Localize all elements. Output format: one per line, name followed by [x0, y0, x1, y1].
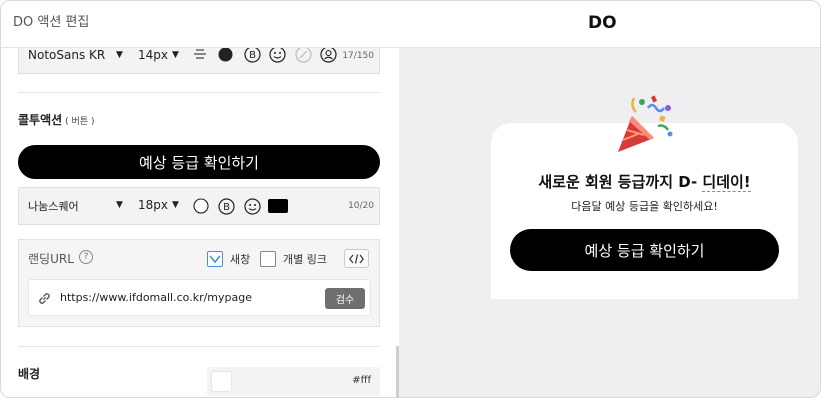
background-color-field[interactable]: #fff	[207, 367, 380, 396]
highlight-disabled-icon[interactable]	[294, 48, 312, 63]
section-divider	[18, 92, 380, 93]
chevron-down-icon[interactable]: ▼	[172, 200, 179, 210]
code-icon[interactable]	[344, 249, 369, 268]
preview-headline: 새로운 회원 등급까지 D- 디데이!	[491, 171, 798, 192]
font-family-select[interactable]: 나눔스퀘어	[28, 198, 79, 214]
preview-pane: 새로운 회원 등급까지 D- 디데이! 다음달 예상 등급을 확인하세요! 예상…	[399, 48, 820, 397]
align-center-icon[interactable]	[193, 48, 207, 61]
editor-window: DO 액션 편집 DO NotoSans KR ▼ 14px ▼ B 17/15…	[0, 0, 821, 398]
window-title: DO 액션 편집	[13, 15, 90, 30]
cta-label: 콜투액션	[18, 113, 63, 127]
help-icon[interactable]: ?	[79, 250, 93, 264]
top-bar: DO 액션 편집 DO	[1, 1, 820, 48]
font-size-select[interactable]: 18px	[138, 198, 168, 212]
cta-section-label: 콜투액션( 버튼 )	[18, 111, 94, 128]
preview-cta-button[interactable]: 예상 등급 확인하기	[510, 229, 779, 271]
user-circle-icon[interactable]	[319, 48, 337, 63]
preview-brand: DO	[588, 13, 617, 33]
landing-url-label: 랜딩URL	[28, 252, 74, 266]
preview-subline: 다음달 예상 등급을 확인하세요!	[571, 200, 718, 213]
landing-url-group: 랜딩URL ? 새창 개별 링크 https://www.ifdomall.co…	[18, 239, 380, 327]
section-divider	[18, 346, 380, 347]
landing-url-value[interactable]: https://www.ifdomall.co.kr/mypage	[60, 291, 252, 304]
dday-text: 디데이!	[702, 173, 751, 192]
headline-text: 새로운 회원 등급까지 D-	[538, 173, 703, 191]
title-font-toolbar: NotoSans KR ▼ 14px ▼ B 17/150	[18, 48, 380, 74]
char-count: 17/150	[342, 51, 374, 61]
individual-link-label: 개별 링크	[283, 253, 327, 266]
background-color-value[interactable]: #fff	[352, 375, 371, 386]
new-window-label: 새창	[230, 253, 251, 266]
bold-circle-icon[interactable]: B	[217, 197, 235, 215]
link-icon	[36, 290, 52, 306]
font-size-select[interactable]: 14px	[138, 48, 168, 62]
landing-url-field[interactable]: https://www.ifdomall.co.kr/mypage 검수	[28, 279, 371, 316]
svg-text:B: B	[249, 50, 256, 61]
cta-sublabel: ( 버튼 )	[65, 117, 95, 127]
chevron-down-icon[interactable]: ▼	[116, 200, 123, 210]
chevron-down-icon[interactable]: ▼	[172, 50, 179, 60]
emoji-icon[interactable]	[268, 48, 286, 63]
background-label: 배경	[18, 367, 41, 381]
background-color-swatch[interactable]	[211, 371, 232, 392]
party-popper-icon	[618, 95, 673, 152]
text-color-dot-icon[interactable]	[217, 48, 233, 62]
chevron-down-icon[interactable]: ▼	[116, 50, 123, 60]
svg-text:B: B	[223, 202, 230, 213]
char-count: 10/20	[348, 201, 374, 211]
button-color-swatch[interactable]	[268, 199, 288, 213]
individual-link-checkbox[interactable]	[260, 251, 276, 267]
empty-circle-icon[interactable]	[193, 198, 209, 214]
settings-panel: NotoSans KR ▼ 14px ▼ B 17/150 콜투액션 (버튼 …	[1, 48, 399, 397]
font-family-select[interactable]: NotoSans KR	[28, 48, 105, 62]
new-window-checkbox[interactable]	[207, 251, 223, 267]
emoji-icon[interactable]	[243, 197, 261, 215]
verify-url-button[interactable]: 검수	[325, 288, 365, 309]
cta-button-text-input[interactable]: 예상 등급 확인하기	[18, 145, 380, 179]
bold-circle-icon[interactable]: B	[243, 48, 261, 63]
cta-font-toolbar: 나눔스퀘어 ▼ 18px ▼ B 10/20	[18, 187, 380, 225]
